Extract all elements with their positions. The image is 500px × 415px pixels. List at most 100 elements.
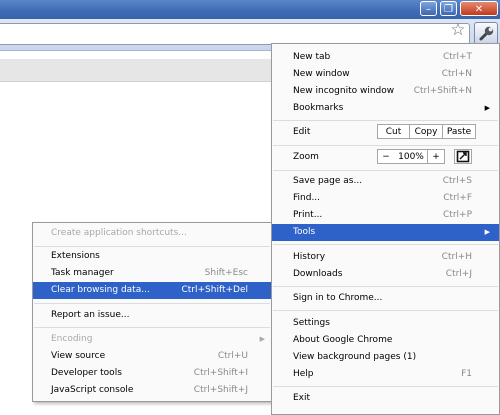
menu-item-label: View source xyxy=(51,351,106,361)
cut-button[interactable]: Cut xyxy=(377,124,410,139)
zoom-out-button[interactable]: − xyxy=(377,149,395,164)
menu-item-javascript-console[interactable]: JavaScript console Ctrl+Shift+J xyxy=(33,382,271,399)
minimize-button[interactable]: – xyxy=(420,1,437,16)
menu-item-label: New window xyxy=(293,69,350,79)
menu-row-zoom: Zoom − 100% + xyxy=(272,149,499,166)
menu-separator xyxy=(273,286,498,287)
menu-item-background-pages[interactable]: View background pages (1) xyxy=(272,349,499,366)
fullscreen-button[interactable] xyxy=(454,149,472,164)
menu-item-label: About Google Chrome xyxy=(293,335,393,345)
menu-item-report-issue[interactable]: Report an issue... xyxy=(33,307,271,324)
menu-item-label: New incognito window xyxy=(293,86,395,96)
bookmark-bar xyxy=(0,59,280,82)
menu-item-label: Developer tools xyxy=(51,368,122,378)
menu-item-exit[interactable]: Exit xyxy=(272,390,499,407)
shortcut-label: Ctrl+P xyxy=(443,210,472,220)
shortcut-label: Ctrl+Shift+N xyxy=(413,86,472,96)
menu-item-downloads[interactable]: Downloads Ctrl+J xyxy=(272,266,499,283)
menu-item-label: Report an issue... xyxy=(51,310,130,320)
shortcut-label: Ctrl+J xyxy=(445,269,472,279)
menu-item-label: JavaScript console xyxy=(51,385,134,395)
minimize-icon: – xyxy=(426,4,431,15)
shortcut-label: Ctrl+Shift+I xyxy=(193,368,248,378)
shortcut-label: Ctrl+U xyxy=(217,351,248,361)
menu-item-label: Exit xyxy=(293,393,311,403)
menu-item-label: Print... xyxy=(293,210,323,220)
menu-item-save-page[interactable]: Save page as... Ctrl+S xyxy=(272,173,499,190)
copy-button[interactable]: Copy xyxy=(409,124,443,139)
wrench-menu-button[interactable] xyxy=(474,22,498,45)
menu-separator xyxy=(273,170,498,171)
menu-separator xyxy=(34,303,270,304)
menu-item-about[interactable]: About Google Chrome xyxy=(272,332,499,349)
menu-item-label: Tools xyxy=(293,227,316,237)
shortcut-label: F1 xyxy=(461,369,472,379)
menu-item-sign-in[interactable]: Sign in to Chrome... xyxy=(272,290,499,307)
menu-item-label: Downloads xyxy=(293,269,343,279)
menu-item-encoding: Encoding ▶ xyxy=(33,331,271,348)
menu-item-label: Find... xyxy=(293,193,321,203)
menu-item-history[interactable]: History Ctrl+H xyxy=(272,249,499,266)
menu-item-label: Clear browsing data... xyxy=(51,285,150,295)
menu-item-label: Save page as... xyxy=(293,176,363,186)
menu-item-label: New tab xyxy=(293,52,331,62)
paste-button[interactable]: Paste xyxy=(442,124,476,139)
menu-item-label: Help xyxy=(293,369,314,379)
wrench-icon xyxy=(479,26,494,41)
menu-item-clear-browsing-data[interactable]: Clear browsing data... Ctrl+Shift+Del xyxy=(33,282,271,299)
menu-item-create-shortcuts: Create application shortcuts... xyxy=(33,225,271,242)
close-icon: ✕ xyxy=(474,4,484,15)
shortcut-label: Ctrl+Shift+Del xyxy=(181,285,248,295)
shortcut-label: Ctrl+S xyxy=(442,176,472,186)
menu-item-developer-tools[interactable]: Developer tools Ctrl+Shift+I xyxy=(33,365,271,382)
menu-separator xyxy=(273,310,498,311)
menu-separator xyxy=(273,145,498,146)
zoom-level: 100% xyxy=(394,149,428,164)
menu-item-extensions[interactable]: Extensions xyxy=(33,248,271,265)
shortcut-label: Ctrl+T xyxy=(442,52,472,62)
window-titlebar: – ❐ ✕ xyxy=(0,0,500,19)
tools-submenu: Create application shortcuts... Extensio… xyxy=(32,222,272,402)
shortcut-label: Ctrl+H xyxy=(441,252,472,262)
menu-item-task-manager[interactable]: Task manager Shift+Esc xyxy=(33,265,271,282)
omnibox[interactable] xyxy=(0,23,470,45)
menu-item-label: Sign in to Chrome... xyxy=(293,293,383,303)
menu-separator xyxy=(34,246,270,247)
zoom-in-button[interactable]: + xyxy=(427,149,445,164)
menu-item-label: Zoom xyxy=(293,152,319,162)
menu-item-label: Bookmarks xyxy=(293,103,344,113)
menu-item-find[interactable]: Find... Ctrl+F xyxy=(272,190,499,207)
menu-item-label: History xyxy=(293,252,326,262)
menu-item-new-incognito-window[interactable]: New incognito window Ctrl+Shift+N xyxy=(272,83,499,100)
menu-separator xyxy=(273,386,498,387)
shortcut-label: Ctrl+F xyxy=(443,193,472,203)
menu-row-edit: Edit Cut Copy Paste xyxy=(272,124,499,141)
menu-item-label: Settings xyxy=(293,318,330,328)
menu-item-help[interactable]: Help F1 xyxy=(272,366,499,383)
menu-item-view-source[interactable]: View source Ctrl+U xyxy=(33,348,271,365)
close-button[interactable]: ✕ xyxy=(460,1,498,16)
shortcut-label: Ctrl+Shift+J xyxy=(193,385,248,395)
submenu-arrow-icon: ▶ xyxy=(484,228,490,236)
submenu-arrow-icon: ▶ xyxy=(259,335,265,343)
menu-item-label: Task manager xyxy=(51,268,114,278)
menu-separator xyxy=(273,244,498,245)
menu-item-label: Encoding xyxy=(51,334,93,344)
star-icon[interactable]: ☆ xyxy=(448,21,468,39)
menu-item-label: Edit xyxy=(293,127,311,137)
menu-item-label: Extensions xyxy=(51,251,100,261)
menu-item-bookmarks[interactable]: Bookmarks ▶ xyxy=(272,100,499,117)
menu-separator xyxy=(34,327,270,328)
restore-icon: ❐ xyxy=(444,4,453,15)
menu-item-print[interactable]: Print... Ctrl+P xyxy=(272,207,499,224)
menu-item-settings[interactable]: Settings xyxy=(272,315,499,332)
menu-item-label: Create application shortcuts... xyxy=(51,228,187,238)
menu-separator xyxy=(273,120,498,121)
restore-button[interactable]: ❐ xyxy=(440,1,457,16)
shortcut-label: Shift+Esc xyxy=(204,268,248,278)
menu-item-label: View background pages (1) xyxy=(293,352,417,362)
menu-item-new-window[interactable]: New window Ctrl+N xyxy=(272,66,499,83)
menu-item-tools[interactable]: Tools ▶ xyxy=(272,224,499,241)
menu-item-new-tab[interactable]: New tab Ctrl+T xyxy=(272,49,499,66)
shortcut-label: Ctrl+N xyxy=(441,69,472,79)
